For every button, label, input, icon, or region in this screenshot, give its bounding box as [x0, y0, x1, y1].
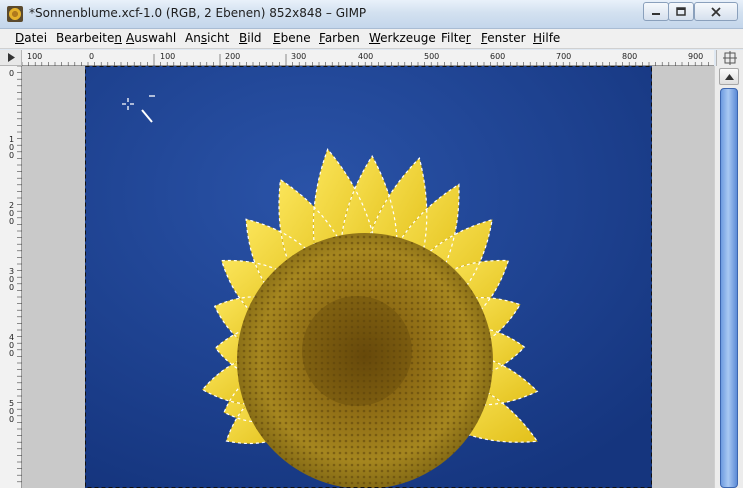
ruler-label: 200 [225, 52, 240, 61]
menu-bearbeiten[interactable]: Bearbeiten [56, 31, 122, 45]
ruler-label: 400 [358, 52, 373, 61]
menu-fenster[interactable]: Fenster [481, 31, 526, 45]
navigation-button[interactable] [716, 50, 743, 66]
ruler-label: 300 [291, 52, 306, 61]
ruler-corner[interactable] [0, 50, 22, 66]
menu-bild[interactable]: Bild [239, 31, 262, 45]
vertical-ruler-scale: 0100200300400500 [9, 65, 22, 483]
navigate-icon [723, 51, 737, 65]
title-bar: *Sonnenblume.xcf-1.0 (RGB, 2 Ebenen) 852… [0, 0, 743, 29]
maximize-button[interactable] [668, 2, 694, 21]
minimize-button[interactable] [643, 2, 669, 21]
vertical-ruler[interactable]: 0100200300400500 [0, 65, 22, 488]
ruler-label: 0 [89, 52, 94, 61]
menu-bar: Datei Bearbeiten Auswahl Ansicht Bild Eb… [0, 29, 743, 49]
menu-werkzeuge[interactable]: Werkzeuge [369, 31, 436, 45]
menu-auswahl[interactable]: Auswahl [126, 31, 176, 45]
ruler-label: 100 [160, 52, 175, 61]
menu-datei[interactable]: Datei [15, 31, 47, 45]
quick-mask-arrow-icon [8, 53, 15, 62]
ruler-label: 100 [27, 52, 42, 61]
ruler-label: 0 [9, 217, 14, 226]
menu-ansicht[interactable]: Ansicht [185, 31, 229, 45]
menu-farben[interactable]: Farben [319, 31, 360, 45]
menu-ebene[interactable]: Ebene [273, 31, 311, 45]
ruler-label: 0 [9, 349, 14, 358]
minimize-icon [652, 12, 660, 15]
sunflower-photo [85, 66, 652, 488]
ruler-label: 700 [556, 52, 571, 61]
menu-filter[interactable]: Filter [441, 31, 471, 45]
maximize-icon [676, 6, 686, 16]
ruler-label: 800 [622, 52, 637, 61]
scroll-up-button[interactable] [719, 68, 739, 85]
ruler-label: 600 [490, 52, 505, 61]
menu-hilfe[interactable]: Hilfe [533, 31, 560, 45]
horizontal-ruler[interactable]: 100 0 100 200 300 400 500 600 700 800 900 [21, 50, 714, 66]
ruler-label: 900 [688, 52, 703, 61]
ruler-label: 500 [424, 52, 439, 61]
close-button[interactable] [694, 2, 738, 21]
horizontal-ruler-scale: 100 0 100 200 300 400 500 600 700 800 900 [21, 52, 709, 66]
arrow-up-icon [724, 73, 734, 80]
vertical-scrollbar[interactable] [714, 66, 743, 488]
scroll-thumb[interactable] [720, 88, 738, 488]
close-icon [711, 6, 721, 17]
image-canvas[interactable] [22, 66, 714, 488]
ruler-label: 0 [9, 283, 14, 292]
gimp-image-icon[interactable] [7, 6, 23, 22]
ruler-label: 0 [9, 69, 14, 78]
window-title: *Sonnenblume.xcf-1.0 (RGB, 2 Ebenen) 852… [29, 6, 367, 20]
ruler-label: 0 [9, 151, 14, 160]
ruler-label: 0 [9, 415, 14, 424]
